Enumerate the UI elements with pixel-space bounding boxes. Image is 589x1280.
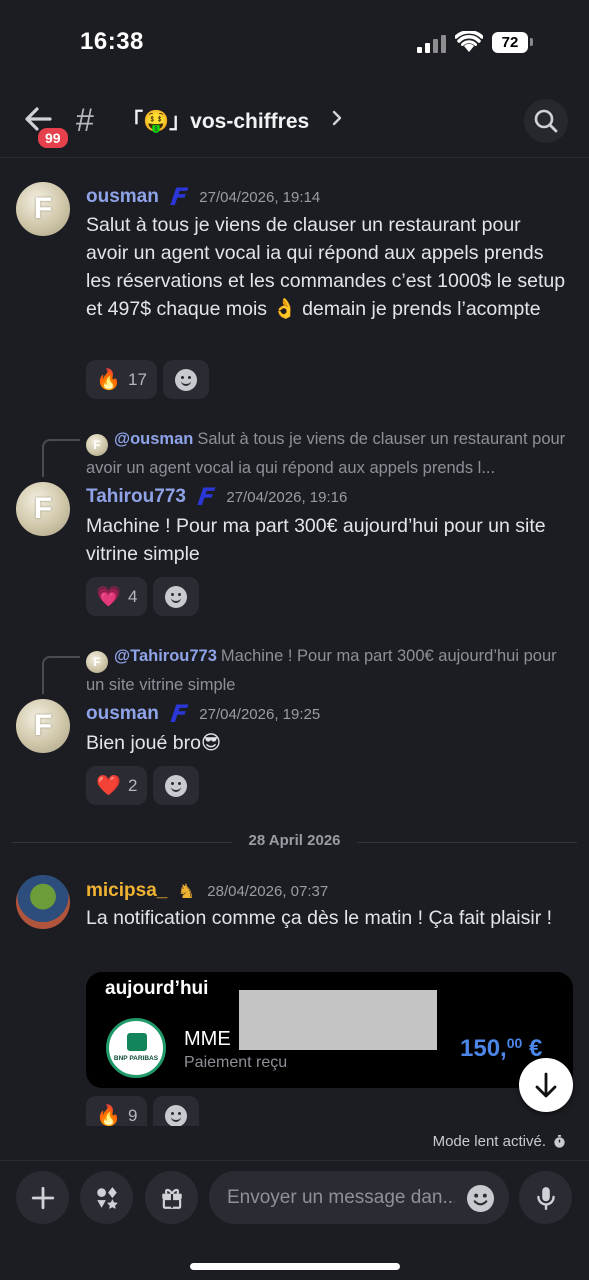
guild-tag-badge: F (168, 700, 190, 728)
crest-badge-icon: ♞ (177, 880, 196, 903)
reply-mention: @Tahirou773 (114, 647, 217, 665)
channel-hash-icon: # (76, 102, 94, 138)
status-bar: 16:38 72 (0, 0, 589, 88)
message-text: Bien joué bro😎 (86, 732, 222, 754)
message-text: Machine ! Pour ma part 300€ aujourd’hui … (86, 515, 546, 565)
reaction-heart[interactable]: ❤️ 2 (86, 766, 148, 805)
slowmode-indicator: Mode lent activé. (433, 1133, 567, 1150)
channel-header: 99 # 「🤑」vos-chiffres (0, 88, 589, 158)
reply-preview[interactable]: F @ousman Salut à tous je viens de clauser… (86, 427, 572, 480)
gift-button[interactable] (145, 1171, 198, 1224)
stopwatch-icon (554, 1134, 565, 1148)
battery-icon (530, 38, 533, 46)
red-heart-emoji: ❤️ (96, 775, 121, 797)
cellular-signal-icon (417, 35, 447, 53)
message-timestamp: 27/04/2026, 19:16 (226, 488, 348, 506)
apps-button[interactable] (80, 1171, 133, 1224)
message-timestamp: 28/04/2026, 07:37 (207, 882, 329, 900)
payment-status: Paiement reçu (184, 1054, 288, 1071)
avatar[interactable]: F (16, 699, 70, 753)
fire-emoji: 🔥 (96, 1105, 121, 1126)
reaction-count: 4 (128, 586, 138, 606)
bank-logo-text: BNP PARIBAS (113, 1055, 159, 1062)
smiley-icon (165, 774, 188, 797)
gift-icon (161, 1188, 182, 1209)
reaction-count: 17 (128, 369, 147, 389)
bank-logo-icon: BNP PARIBAS (106, 1018, 166, 1078)
message-text: Salut à tous je viens de clauser un rest… (86, 214, 566, 320)
notification-heading: aujourd’hui (105, 978, 209, 999)
reaction-heart[interactable]: 💗 4 (86, 577, 148, 616)
reply-preview[interactable]: F @Tahirou773 Machine ! Pour ma part 300€ … (86, 644, 572, 697)
message-timestamp: 27/04/2026, 19:14 (199, 188, 321, 206)
add-reaction-button[interactable] (162, 360, 209, 399)
add-reaction-button[interactable] (153, 1096, 200, 1126)
message-text: La notification comme ça dès le matin ! … (86, 907, 553, 929)
reactions-row: 🔥 9 (86, 1096, 200, 1126)
date-divider-label: 28 April 2026 (232, 832, 357, 849)
reactions-row: 💗 4 (86, 577, 200, 616)
message-author[interactable]: Tahirou773 (86, 486, 186, 508)
emoji-picker-icon[interactable] (466, 1184, 495, 1213)
reply-mention: @ousman (114, 430, 194, 448)
status-time: 16:38 (80, 28, 144, 55)
message-author[interactable]: micipsa_ (86, 880, 167, 902)
composer-bar (0, 1160, 589, 1280)
home-indicator (190, 1263, 400, 1270)
reaction-count: 9 (128, 1105, 138, 1125)
plus-icon (31, 1186, 54, 1209)
avatar[interactable]: F (16, 182, 70, 236)
redaction-box (239, 990, 437, 1050)
guild-tag-badge: F (196, 483, 217, 511)
chevron-right-icon[interactable] (330, 108, 344, 128)
reply-avatar: F (86, 434, 108, 456)
slowmode-text: Mode lent activé. (432, 1133, 546, 1150)
smiley-icon (165, 585, 188, 608)
reactions-row: 🔥 17 (86, 360, 209, 399)
reaction-count: 2 (128, 775, 138, 795)
apps-icon (96, 1186, 118, 1209)
avatar[interactable] (16, 875, 70, 929)
reactions-row: ❤️ 2 (86, 766, 200, 805)
reaction-fire[interactable]: 🔥 17 (86, 360, 157, 399)
add-reaction-button[interactable] (153, 577, 200, 616)
fire-emoji: 🔥 (96, 369, 121, 391)
microphone-icon (536, 1186, 555, 1210)
arrow-down-icon (535, 1072, 557, 1098)
message-author[interactable]: ousman (86, 186, 159, 208)
voice-message-button[interactable] (519, 1171, 572, 1224)
guild-tag-badge: F (168, 183, 190, 211)
smiley-icon (174, 368, 197, 391)
pink-heart-emoji: 💗 (96, 586, 121, 608)
notification-screenshot[interactable]: aujourd’hui BNP PARIBAS MME Paiement reç… (86, 972, 573, 1088)
reaction-fire[interactable]: 🔥 9 (86, 1096, 148, 1126)
wifi-icon (455, 31, 483, 52)
unread-badge: 99 (36, 126, 70, 150)
channel-name[interactable]: 「🤑」vos-chiffres (122, 105, 309, 135)
message-author[interactable]: ousman (86, 703, 159, 725)
smiley-icon (165, 1104, 188, 1126)
add-reaction-button[interactable] (153, 766, 200, 805)
search-button[interactable] (524, 99, 568, 143)
add-attachment-button[interactable] (16, 1171, 69, 1224)
battery-level: 72 (492, 32, 528, 53)
jump-to-latest-button[interactable] (519, 1058, 573, 1112)
reply-avatar: F (86, 651, 108, 673)
avatar[interactable]: F (16, 482, 70, 536)
message-timestamp: 27/04/2026, 19:25 (199, 705, 321, 723)
search-icon (534, 109, 558, 133)
message-input[interactable] (209, 1171, 509, 1224)
payee-name: MME (184, 1028, 231, 1050)
reply-connector (42, 439, 80, 477)
reply-connector (42, 656, 80, 694)
